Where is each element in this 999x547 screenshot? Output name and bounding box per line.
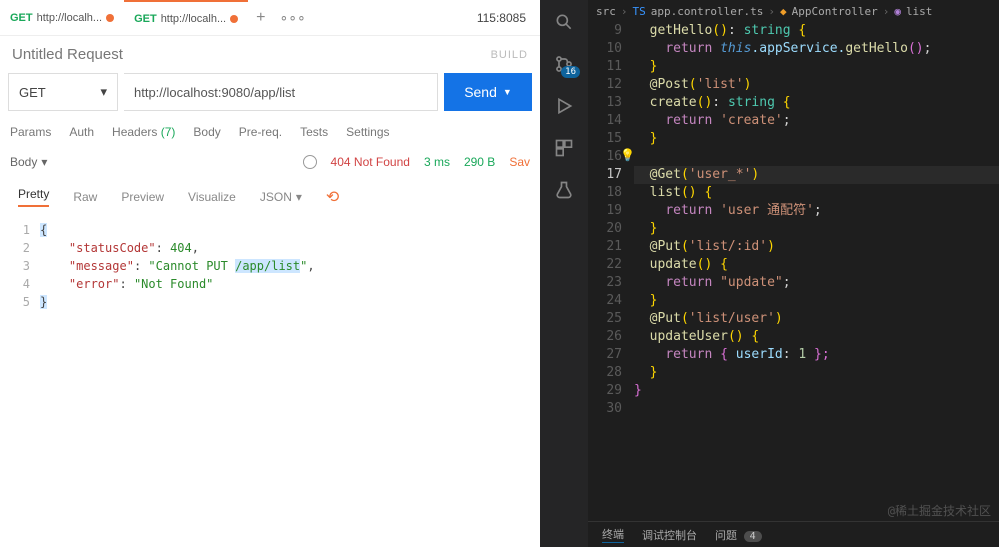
save-response[interactable]: Sav [509,155,530,169]
globe-icon[interactable] [303,155,317,169]
tab-tests[interactable]: Tests [300,125,328,139]
response-time: 3 ms [424,155,450,169]
extensions-icon[interactable] [552,136,576,160]
view-raw[interactable]: Raw [73,190,97,204]
response-code[interactable]: { "statusCode": 404, "message": "Cannot … [40,223,315,313]
source-control-icon[interactable]: 16 [552,52,576,76]
tab-overflow-button[interactable]: ∘∘∘ [273,9,311,26]
breadcrumbs[interactable]: src › TS app.controller.ts › ◆ AppContro… [588,0,999,22]
server-label: 115:8085 [463,11,540,25]
tab-problems[interactable]: 问题 4 [715,527,762,543]
method-select[interactable]: GET ▾ [8,73,118,111]
tab-body[interactable]: Body [193,125,220,139]
code-editor[interactable]: 9101112131415161718192021222324252627282… [588,22,999,521]
format-dropdown[interactable]: JSON ▾ [260,190,302,204]
watermark: @稀土掘金技术社区 [888,502,991,519]
request-subtabs: Params Auth Headers (7) Body Pre-req. Te… [0,111,540,149]
response-body: 1 2 3 4 5 { "statusCode": 404, "message"… [0,219,540,317]
tab-terminal[interactable]: 终端 [602,526,624,543]
tab-settings[interactable]: Settings [346,125,389,139]
search-icon[interactable] [552,10,576,34]
scm-badge: 16 [561,66,580,78]
tab-debug-console[interactable]: 调试控制台 [642,527,697,543]
file-ts-icon: TS [633,5,646,18]
method-icon: ◉ [894,5,901,18]
vscode-panel: 16 src › TS app.controller.ts › ◆ AppCon… [540,0,999,547]
tab-method: GET [134,13,157,25]
bc-class[interactable]: AppController [792,5,878,18]
tab-label: http://localh... [37,12,102,24]
build-label: BUILD [491,49,528,61]
testing-icon[interactable] [552,178,576,202]
bc-folder[interactable]: src [596,5,616,18]
wrap-lines-icon[interactable]: ⟲ [326,187,339,207]
response-meta-row: Body ▾ 404 Not Found 3 ms 290 B Sav [0,149,540,175]
unsaved-dot-icon [106,14,114,22]
tab-prereq[interactable]: Pre-req. [239,125,282,139]
problems-count: 4 [744,531,762,542]
request-tab-1[interactable]: GET http://localh... [0,0,124,36]
send-label: Send [464,84,497,100]
view-preview[interactable]: Preview [121,190,164,204]
response-size: 290 B [464,155,495,169]
tab-params[interactable]: Params [10,125,51,139]
tab-method: GET [10,12,33,24]
activity-bar: 16 [540,0,588,547]
line-numbers: 9101112131415161718192021222324252627282… [588,22,634,521]
tab-bar: GET http://localh... GET http://localh..… [0,0,540,36]
send-button[interactable]: Send ▼ [444,73,532,111]
tab-headers[interactable]: Headers (7) [112,125,175,139]
url-row: GET ▾ Send ▼ [0,73,540,111]
tab-auth[interactable]: Auth [69,125,94,139]
chevron-down-icon[interactable]: ▼ [503,87,512,97]
bc-method[interactable]: list [906,5,933,18]
response-body-dropdown[interactable]: Body ▾ [10,155,47,169]
unsaved-dot-icon [230,15,238,23]
url-input[interactable] [124,73,438,111]
request-tab-2[interactable]: GET http://localh... [124,0,248,36]
lightbulb-icon[interactable]: 💡 [620,148,635,162]
tab-label: http://localh... [161,13,226,25]
postman-panel: GET http://localh... GET http://localh..… [0,0,540,547]
bc-file[interactable]: app.controller.ts [651,5,764,18]
run-debug-icon[interactable] [552,94,576,118]
response-view-tabs: Pretty Raw Preview Visualize JSON ▾ ⟲ [0,175,540,219]
method-value: GET [19,85,46,100]
view-pretty[interactable]: Pretty [18,187,49,207]
chevron-down-icon: ▾ [100,84,107,100]
code-content[interactable]: 💡 getHello(): string { return this.appSe… [634,22,999,521]
new-tab-button[interactable]: + [248,9,273,27]
view-visualize[interactable]: Visualize [188,190,236,204]
line-gutter: 1 2 3 4 5 [10,223,40,313]
status-code: 404 Not Found [331,155,410,169]
request-title-row: Untitled Request BUILD [0,36,540,73]
editor-area: src › TS app.controller.ts › ◆ AppContro… [588,0,999,547]
class-icon: ◆ [780,5,787,18]
request-title: Untitled Request [12,46,123,63]
bottom-panel-tabs: 终端 调试控制台 问题 4 [588,521,999,547]
